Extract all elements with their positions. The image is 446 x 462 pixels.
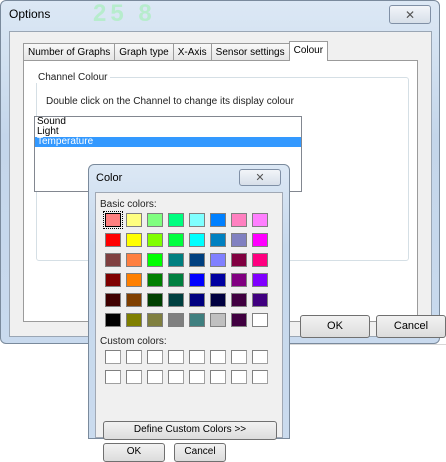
options-close-button[interactable]: ✕	[389, 5, 431, 24]
basic-color-swatch[interactable]	[189, 313, 205, 327]
basic-color-swatch[interactable]	[231, 253, 247, 267]
custom-color-swatch[interactable]	[210, 350, 226, 364]
background-edge	[290, 344, 446, 345]
background-digits: 25 8	[93, 0, 156, 27]
basic-color-swatch[interactable]	[189, 213, 205, 227]
basic-color-swatch[interactable]	[126, 233, 142, 247]
channel-colour-group-label: Channel Colour	[36, 72, 110, 83]
basic-color-swatch[interactable]	[252, 233, 268, 247]
custom-color-swatch[interactable]	[189, 370, 205, 384]
basic-color-swatch[interactable]	[168, 213, 184, 227]
custom-color-swatch[interactable]	[147, 350, 163, 364]
custom-color-swatch[interactable]	[189, 350, 205, 364]
basic-color-swatch[interactable]	[210, 273, 226, 287]
basic-color-swatch[interactable]	[105, 273, 121, 287]
tab-number-of-graphs[interactable]: Number of Graphs	[23, 43, 116, 61]
options-ok-button[interactable]: OK	[300, 315, 370, 338]
custom-color-swatch[interactable]	[147, 370, 163, 384]
custom-color-swatch[interactable]	[252, 370, 268, 384]
tab-colour[interactable]: Colour	[288, 41, 329, 61]
basic-color-swatch[interactable]	[189, 253, 205, 267]
custom-color-swatch[interactable]	[210, 370, 226, 384]
basic-color-swatch[interactable]	[147, 273, 163, 287]
custom-color-swatch[interactable]	[231, 350, 247, 364]
basic-color-swatch[interactable]	[147, 233, 163, 247]
basic-color-swatch[interactable]	[210, 213, 226, 227]
basic-color-swatch[interactable]	[252, 273, 268, 287]
close-icon: ✕	[404, 7, 416, 22]
basic-color-swatch[interactable]	[168, 313, 184, 327]
basic-color-swatch[interactable]	[105, 233, 121, 247]
basic-color-swatch[interactable]	[168, 293, 184, 307]
basic-color-swatch[interactable]	[147, 213, 163, 227]
basic-color-swatch[interactable]	[126, 293, 142, 307]
basic-color-swatch[interactable]	[231, 293, 247, 307]
basic-color-swatch[interactable]	[126, 213, 142, 227]
instruction-text: Double click on the Channel to change it…	[46, 96, 294, 107]
custom-color-swatch[interactable]	[126, 370, 142, 384]
basic-color-swatch[interactable]	[147, 313, 163, 327]
basic-color-swatch[interactable]	[147, 253, 163, 267]
basic-color-swatch[interactable]	[147, 293, 163, 307]
custom-color-swatch[interactable]	[105, 370, 121, 384]
basic-color-swatch[interactable]	[252, 253, 268, 267]
color-dialog-title: Color	[96, 172, 123, 184]
custom-color-swatch[interactable]	[105, 350, 121, 364]
custom-colors-grid	[105, 350, 268, 384]
basic-color-swatch[interactable]	[231, 313, 247, 327]
basic-color-swatch[interactable]	[231, 213, 247, 227]
basic-color-swatch[interactable]	[105, 253, 121, 267]
color-dialog-close-button[interactable]: ✕	[239, 169, 281, 186]
basic-color-swatch[interactable]	[168, 273, 184, 287]
color-dialog-client: Basic colors: Custom colors: Define Cust…	[95, 192, 283, 462]
tab-x-axis[interactable]: X-Axis	[172, 43, 212, 61]
basic-colors-label: Basic colors:	[100, 199, 157, 210]
basic-color-swatch[interactable]	[126, 273, 142, 287]
tab-strip: Number of Graphs Graph type X-Axis Senso…	[23, 41, 329, 61]
basic-color-swatch[interactable]	[252, 293, 268, 307]
basic-color-swatch[interactable]	[103, 211, 123, 229]
basic-color-swatch[interactable]	[168, 253, 184, 267]
basic-color-swatch[interactable]	[189, 233, 205, 247]
define-custom-colors-button[interactable]: Define Custom Colors >>	[103, 421, 277, 440]
custom-color-swatch[interactable]	[252, 350, 268, 364]
basic-color-swatch[interactable]	[210, 313, 226, 327]
custom-color-swatch[interactable]	[126, 350, 142, 364]
list-item-temperature[interactable]: Temperature	[35, 137, 301, 147]
basic-color-swatch[interactable]	[105, 313, 121, 327]
color-ok-button[interactable]: OK	[103, 443, 165, 462]
custom-colors-label: Custom colors:	[100, 336, 167, 347]
basic-color-swatch[interactable]	[189, 293, 205, 307]
color-dialog: Color ✕ Basic colors: Custom colors: Def…	[88, 164, 290, 462]
basic-color-swatch[interactable]	[210, 293, 226, 307]
basic-color-swatch[interactable]	[126, 253, 142, 267]
basic-color-swatch[interactable]	[252, 213, 268, 227]
basic-color-swatch[interactable]	[210, 233, 226, 247]
basic-color-swatch[interactable]	[231, 233, 247, 247]
custom-color-swatch[interactable]	[168, 370, 184, 384]
basic-color-swatch[interactable]	[210, 253, 226, 267]
basic-color-swatch[interactable]	[126, 313, 142, 327]
basic-color-swatch[interactable]	[252, 313, 268, 327]
custom-color-swatch[interactable]	[168, 350, 184, 364]
basic-color-swatch[interactable]	[231, 273, 247, 287]
tab-graph-type[interactable]: Graph type	[114, 43, 174, 61]
basic-color-swatch[interactable]	[189, 273, 205, 287]
list-item-sound[interactable]: Sound	[35, 117, 301, 127]
close-icon: ✕	[255, 172, 265, 184]
basic-colors-grid	[103, 211, 268, 327]
custom-color-swatch[interactable]	[231, 370, 247, 384]
options-cancel-button[interactable]: Cancel	[376, 315, 446, 338]
color-cancel-button[interactable]: Cancel	[174, 443, 226, 462]
basic-color-swatch[interactable]	[105, 293, 121, 307]
tab-sensor-settings[interactable]: Sensor settings	[210, 43, 290, 61]
basic-color-swatch[interactable]	[168, 233, 184, 247]
options-window-title: Options	[9, 7, 51, 21]
